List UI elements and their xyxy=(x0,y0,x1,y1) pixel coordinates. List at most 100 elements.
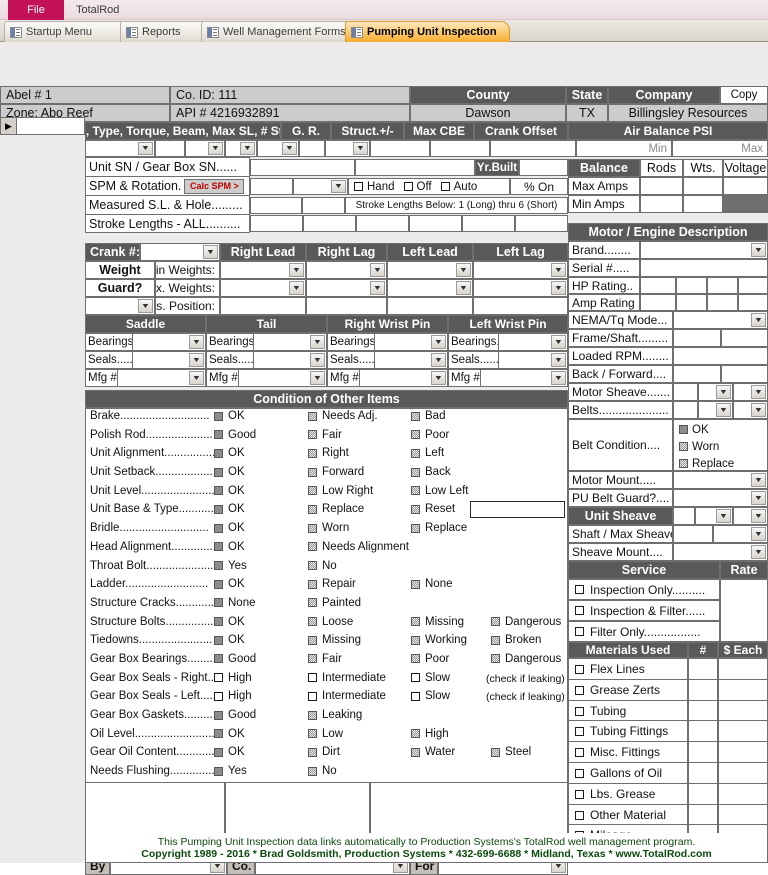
condition-option[interactable]: OK xyxy=(214,485,245,497)
material-qty-field[interactable] xyxy=(688,783,718,805)
option-button-icon[interactable] xyxy=(308,598,317,608)
condition-option[interactable]: Needs Alignment xyxy=(308,541,409,553)
material-row[interactable]: Misc. Fittings xyxy=(568,741,688,763)
unit-beam-combo[interactable] xyxy=(225,140,257,157)
checkbox-icon[interactable] xyxy=(411,673,420,683)
option-button-icon[interactable] xyxy=(411,747,420,757)
chevron-down-icon[interactable] xyxy=(240,142,255,155)
main-weights-left-lag-combo[interactable] xyxy=(473,261,568,279)
option-button-icon[interactable] xyxy=(214,729,223,739)
condition-option[interactable]: Repair xyxy=(308,578,356,590)
chevron-down-icon[interactable] xyxy=(456,263,471,277)
max-cbe-field[interactable] xyxy=(430,140,490,157)
option-button-icon[interactable] xyxy=(214,710,223,720)
condition-option[interactable]: Leaking xyxy=(308,709,362,721)
unit-type-field[interactable] xyxy=(155,140,185,157)
condition-option[interactable]: Low Left xyxy=(411,485,468,497)
company-id-field[interactable]: Co. ID: 111 xyxy=(170,86,410,104)
option-button-icon[interactable] xyxy=(679,425,688,434)
chevron-down-icon[interactable] xyxy=(282,142,297,155)
belt-condition-worn[interactable]: Worn xyxy=(679,438,767,455)
condition-option[interactable]: Dangerous xyxy=(491,616,561,628)
chevron-down-icon[interactable] xyxy=(551,281,566,295)
bearing-row-combo[interactable] xyxy=(374,351,448,369)
option-button-icon[interactable] xyxy=(308,729,317,739)
option-button-icon[interactable] xyxy=(308,654,317,664)
chevron-down-icon[interactable] xyxy=(751,509,766,523)
checkbox-icon[interactable] xyxy=(354,182,363,191)
record-selector[interactable]: ▶ xyxy=(0,117,16,135)
condition-option[interactable]: Missing xyxy=(308,634,361,646)
motor-sheave-field-1[interactable] xyxy=(673,383,698,401)
chevron-down-icon[interactable] xyxy=(551,263,566,277)
shaft-max-sheave-combo[interactable] xyxy=(713,525,768,543)
material-qty-field[interactable] xyxy=(688,679,718,701)
option-button-icon[interactable] xyxy=(411,617,420,627)
chevron-down-icon[interactable] xyxy=(370,263,385,277)
unit-strokes-field[interactable] xyxy=(299,140,325,157)
chevron-down-icon[interactable] xyxy=(310,353,325,367)
condition-option[interactable]: OK xyxy=(214,728,245,740)
chevron-down-icon[interactable] xyxy=(189,353,204,367)
material-each-field[interactable] xyxy=(718,700,768,722)
gear-ratio-combo[interactable] xyxy=(325,140,370,157)
material-row[interactable]: Lbs. Grease xyxy=(568,783,688,805)
option-button-icon[interactable] xyxy=(214,542,223,552)
material-each-field[interactable] xyxy=(718,804,768,826)
condition-option[interactable]: Slow xyxy=(411,690,450,702)
wts-position-right-lead-field[interactable] xyxy=(220,297,306,315)
crank-number-combo[interactable] xyxy=(140,243,220,261)
condition-option[interactable]: High xyxy=(214,672,252,684)
bearing-row-combo[interactable] xyxy=(117,369,206,387)
option-button-icon[interactable] xyxy=(308,467,317,477)
material-each-field[interactable] xyxy=(718,783,768,805)
option-button-icon[interactable] xyxy=(308,504,317,514)
material-row[interactable]: Tubing Fittings xyxy=(568,720,688,742)
condition-option[interactable]: Good xyxy=(214,653,256,665)
chevron-down-icon[interactable] xyxy=(289,263,304,277)
chevron-down-icon[interactable] xyxy=(331,180,346,193)
aux-weights-left-lag-combo[interactable] xyxy=(473,279,568,297)
option-button-icon[interactable] xyxy=(411,579,420,589)
chevron-down-icon[interactable] xyxy=(189,371,204,385)
condition-option[interactable]: Back xyxy=(411,466,451,478)
chevron-down-icon[interactable] xyxy=(751,491,766,505)
chevron-down-icon[interactable] xyxy=(189,335,204,349)
main-weights-right-lead-combo[interactable] xyxy=(220,261,306,279)
condition-option[interactable]: OK xyxy=(214,522,245,534)
unit-sn-field[interactable] xyxy=(250,159,355,176)
option-button-icon[interactable] xyxy=(214,561,223,570)
unit-torque-combo[interactable] xyxy=(185,140,225,157)
condition-option[interactable]: Reset xyxy=(411,503,455,515)
chevron-down-icon[interactable] xyxy=(751,473,766,487)
checkbox-icon[interactable] xyxy=(403,182,413,191)
chevron-down-icon[interactable] xyxy=(431,353,446,367)
belts-combo-1[interactable] xyxy=(698,401,733,419)
option-button-icon[interactable] xyxy=(411,523,420,533)
condition-option[interactable]: Low Right xyxy=(308,485,373,497)
hp-rating-field-4[interactable] xyxy=(738,277,768,294)
nema-combo[interactable] xyxy=(673,311,768,329)
checkbox-icon[interactable] xyxy=(575,606,584,615)
checkbox-icon[interactable] xyxy=(575,789,584,799)
wts-position-left-lag-field[interactable] xyxy=(473,297,568,315)
amp-rating-field-3[interactable] xyxy=(707,294,738,311)
option-button-icon[interactable] xyxy=(214,617,223,627)
chevron-down-icon[interactable] xyxy=(716,509,731,523)
well-name-field[interactable]: Abel # 1 xyxy=(0,86,170,104)
condition-option[interactable]: Right xyxy=(308,447,349,459)
condition-option[interactable]: Working xyxy=(411,634,467,646)
checkbox-icon[interactable] xyxy=(575,685,584,695)
condition-option[interactable]: OK xyxy=(214,410,245,422)
condition-option[interactable]: Dangerous xyxy=(491,653,561,665)
material-qty-field[interactable] xyxy=(688,658,718,680)
option-button-icon[interactable] xyxy=(491,635,500,645)
motor-mount-combo[interactable] xyxy=(673,471,768,489)
condition-option[interactable]: OK xyxy=(214,578,245,590)
condition-option[interactable]: Slow xyxy=(411,672,450,684)
option-button-icon[interactable] xyxy=(411,411,420,421)
option-button-icon[interactable] xyxy=(491,617,500,627)
option-button-icon[interactable] xyxy=(308,579,317,589)
chevron-down-icon[interactable] xyxy=(431,371,446,385)
condition-option[interactable]: OK xyxy=(214,541,245,553)
